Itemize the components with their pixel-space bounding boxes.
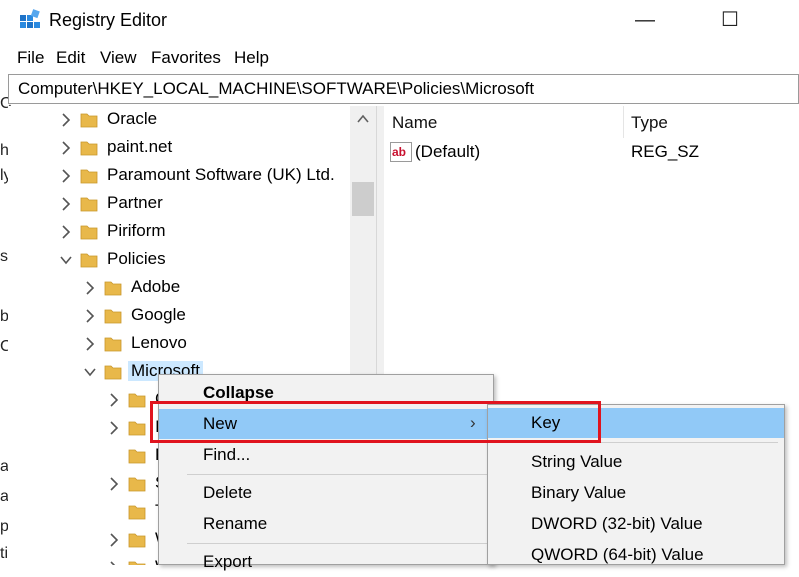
menu-favorites[interactable]: Favorites — [151, 48, 221, 68]
tree-node-label: Piriform — [107, 221, 166, 240]
maximize-button[interactable]: ☐ — [707, 0, 753, 40]
context-item-export[interactable]: Export — [159, 547, 493, 577]
column-header-name[interactable]: Name — [392, 113, 437, 133]
tree-node[interactable]: Paramount Software (UK) Ltd. — [8, 162, 350, 190]
context-item-delete[interactable]: Delete — [159, 478, 493, 508]
tree-node[interactable]: Oracle — [8, 106, 350, 134]
annotation-highlight-box — [150, 401, 601, 443]
context-item-label: Find... — [203, 445, 251, 464]
folder-icon — [128, 477, 146, 492]
address-path[interactable]: Computer\HKEY_LOCAL_MACHINE\SOFTWARE\Pol… — [18, 79, 534, 99]
tree-node[interactable]: Policies — [8, 246, 350, 274]
submenu-item-label: QWORD (64-bit) Value — [531, 545, 704, 564]
chevron-right-icon[interactable] — [84, 302, 96, 330]
context-item-rename[interactable]: Rename — [159, 509, 493, 539]
folder-icon — [104, 337, 122, 352]
submenu-item-string-value[interactable]: String Value — [488, 447, 784, 477]
submenu-item-label: DWORD (32-bit) Value — [531, 514, 703, 533]
column-divider[interactable] — [623, 106, 624, 138]
menu-edit[interactable]: Edit — [56, 48, 85, 68]
menu-help[interactable]: Help — [234, 48, 269, 68]
chevron-right-icon[interactable] — [60, 106, 72, 134]
folder-icon — [104, 365, 122, 380]
folder-icon — [80, 113, 98, 128]
folder-icon — [128, 561, 146, 565]
tree-node-label: Oracle — [107, 109, 158, 128]
value-row[interactable]: ab (Default) REG_SZ — [384, 140, 799, 164]
context-item-find[interactable]: Find... — [159, 440, 493, 470]
registry-editor-icon — [20, 9, 40, 28]
chevron-down-icon[interactable] — [60, 246, 72, 274]
tree-node-label: Adobe — [131, 277, 181, 296]
svg-text:ab: ab — [392, 145, 406, 159]
tree-node[interactable]: Partner — [8, 190, 350, 218]
submenu-item-qword-value[interactable]: QWORD (64-bit) Value — [488, 540, 784, 570]
minimize-button[interactable]: — — [622, 0, 668, 40]
address-bar[interactable]: Computer\HKEY_LOCAL_MACHINE\SOFTWARE\Pol… — [8, 74, 799, 104]
menu-file[interactable]: File — [17, 48, 44, 68]
tree-node[interactable]: Lenovo — [8, 330, 350, 358]
submenu-item-label: Binary Value — [531, 483, 627, 502]
context-item-label: Delete — [203, 483, 253, 502]
value-type: REG_SZ — [631, 142, 700, 161]
menu-separator — [187, 543, 487, 544]
background-char: s — [0, 248, 8, 265]
tree-node[interactable]: Piriform — [8, 218, 350, 246]
scroll-up-arrow-icon[interactable] — [350, 106, 376, 132]
tree-node[interactable]: paint.net — [8, 134, 350, 162]
folder-icon — [80, 225, 98, 240]
folder-icon — [80, 253, 98, 268]
tree-node[interactable]: Google — [8, 302, 350, 330]
chevron-down-icon[interactable] — [84, 358, 96, 386]
tree-node[interactable]: Adobe — [8, 274, 350, 302]
folder-icon — [128, 393, 146, 408]
context-item-label: Rename — [203, 514, 268, 533]
title-bar[interactable]: Registry Editor — ☐ — [8, 0, 799, 40]
chevron-right-icon[interactable] — [84, 330, 96, 358]
window-title: Registry Editor — [49, 10, 168, 30]
scroll-thumb[interactable] — [352, 182, 374, 216]
folder-icon — [128, 533, 146, 548]
chevron-right-icon[interactable] — [108, 470, 120, 498]
menu-bar: File Edit View Favorites Help — [8, 44, 799, 72]
string-value-icon: ab — [390, 142, 412, 162]
tree-node-label: Partner — [107, 193, 163, 212]
chevron-right-icon[interactable] — [108, 414, 120, 442]
chevron-right-icon[interactable] — [84, 274, 96, 302]
submenu-item-label: String Value — [531, 452, 623, 471]
column-header-type[interactable]: Type — [631, 113, 668, 133]
folder-icon — [128, 449, 146, 464]
value-name: (Default) — [415, 142, 481, 161]
tree-node-label: Paramount Software (UK) Ltd. — [107, 165, 335, 184]
tree-node-label: Policies — [107, 249, 166, 268]
folder-icon — [128, 505, 146, 520]
menu-separator — [187, 474, 487, 475]
tree-node-label: Google — [131, 305, 186, 324]
chevron-right-icon[interactable] — [60, 134, 72, 162]
tree-node-label: paint.net — [107, 137, 173, 156]
folder-icon — [80, 141, 98, 156]
folder-icon — [104, 309, 122, 324]
folder-icon — [104, 281, 122, 296]
chevron-right-icon[interactable] — [108, 526, 120, 554]
chevron-right-icon[interactable] — [108, 386, 120, 414]
folder-icon — [80, 197, 98, 212]
submenu-item-binary-value[interactable]: Binary Value — [488, 478, 784, 508]
chevron-right-icon[interactable] — [60, 190, 72, 218]
chevron-right-icon[interactable] — [60, 218, 72, 246]
chevron-right-icon[interactable] — [108, 554, 120, 565]
chevron-right-icon[interactable] — [60, 162, 72, 190]
background-char: ti — [0, 545, 8, 562]
folder-icon — [128, 421, 146, 436]
folder-icon — [80, 169, 98, 184]
menu-view[interactable]: View — [100, 48, 137, 68]
context-item-label: Collapse — [203, 383, 274, 402]
context-item-label: Export — [203, 552, 253, 571]
tree-node-label: Lenovo — [131, 333, 187, 352]
submenu-item-dword-value[interactable]: DWORD (32-bit) Value — [488, 509, 784, 539]
